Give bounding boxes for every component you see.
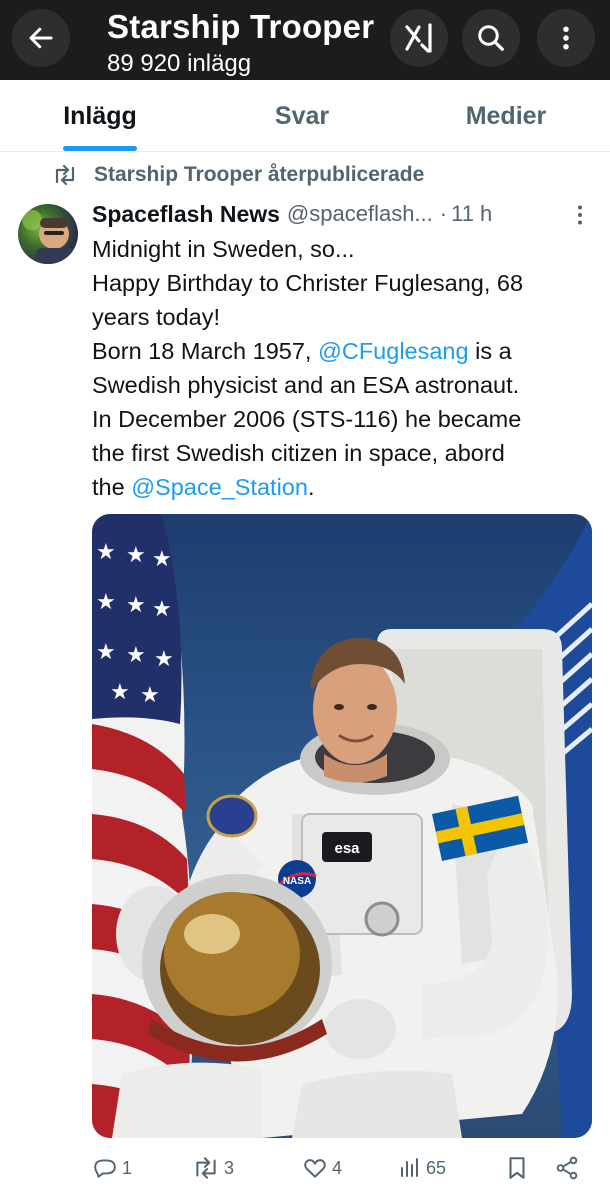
tweet-text-line: In December 2006 (STS-116) he became (92, 406, 522, 432)
repost-context: Starship Trooper återpublicerade (52, 160, 424, 190)
views-button[interactable]: 65 (398, 1150, 446, 1186)
tweet-text-segment: . (307, 474, 315, 500)
bookmark-button[interactable] (504, 1150, 530, 1186)
reply-icon (94, 1159, 116, 1178)
like-button[interactable]: 4 (302, 1150, 342, 1186)
svg-text:★: ★ (126, 643, 146, 668)
author-name[interactable]: Spaceflash News (92, 201, 280, 228)
more-options-button[interactable] (537, 9, 595, 67)
tab-posts[interactable]: Inlägg (40, 80, 160, 152)
tweet-text-line: the first Swedish citizen in space, abor… (92, 440, 505, 466)
share-icon (556, 1156, 578, 1180)
svg-text:★: ★ (152, 597, 172, 622)
repost-button[interactable]: 3 (192, 1150, 234, 1186)
avatar[interactable] (18, 204, 78, 264)
author-handle[interactable]: @spaceflash... (287, 201, 433, 227)
active-tab-indicator (63, 146, 137, 151)
svg-text:★: ★ (152, 547, 172, 572)
arrow-left-icon (29, 27, 53, 49)
profile-tabs: Inlägg Svar Medier (0, 80, 610, 152)
search-icon (478, 25, 504, 51)
share-button[interactable] (554, 1150, 580, 1186)
svg-text:★: ★ (140, 683, 160, 708)
svg-text:★: ★ (96, 590, 116, 615)
views-chart-icon (401, 1158, 418, 1177)
astronaut-illustration: ★ ★ ★ ★ ★ ★ ★ ★ ★ ★ ★ esa NASA (92, 514, 592, 1138)
separator-dot: · (439, 201, 448, 226)
svg-text:★: ★ (96, 640, 116, 665)
reply-button[interactable]: 1 (92, 1150, 132, 1186)
more-vertical-icon (563, 26, 569, 50)
svg-text:★: ★ (126, 543, 146, 568)
views-count: 65 (426, 1157, 447, 1178)
tweet-text-line: the @Space_Station. (92, 470, 597, 504)
tweet-text-line: years today! (92, 304, 221, 330)
repost-icon (196, 1157, 216, 1179)
search-button[interactable] (462, 9, 520, 67)
esa-patch-label: esa (334, 840, 360, 857)
svg-text:★: ★ (126, 593, 146, 618)
tweet-text-segment: is a (468, 338, 512, 364)
grok-icon (405, 23, 432, 53)
tweet-text: Midnight in Sweden, so... Happy Birthday… (92, 232, 597, 504)
tab-replies[interactable]: Svar (240, 80, 364, 152)
tab-media[interactable]: Medier (450, 80, 562, 152)
mention-link[interactable]: @CFuglesang (318, 338, 469, 364)
tweet-timestamp[interactable]: 11 h (451, 201, 492, 227)
tweet-text-segment: the (92, 474, 132, 500)
tweet-more-button[interactable] (565, 200, 595, 230)
svg-text:★: ★ (110, 680, 130, 705)
svg-text:★: ★ (96, 540, 116, 565)
like-count: 4 (332, 1157, 343, 1178)
repost-label[interactable]: Starship Trooper återpublicerade (94, 163, 424, 187)
tweet-text-line: Happy Birthday to Christer Fuglesang, 68 (92, 270, 524, 296)
post-count: 89 920 inlägg (107, 50, 252, 77)
tweet-text-line: Born 18 March 1957, @CFuglesang is a (92, 334, 597, 368)
repost-icon (55, 164, 75, 186)
grok-button[interactable] (390, 9, 448, 67)
repost-count: 3 (224, 1157, 235, 1178)
avatar-image (22, 210, 76, 264)
bookmark-icon (509, 1157, 525, 1179)
tweet-text-line: Swedish physicist and an ESA astronaut. (92, 372, 520, 398)
heart-icon (304, 1159, 326, 1178)
profile-header: Starship Trooper 89 920 inlägg (0, 0, 610, 80)
tweet-actions: 1 3 4 65 (92, 1150, 592, 1186)
nasa-patch-label: NASA (283, 876, 311, 887)
profile-title: Starship Trooper (107, 8, 375, 45)
tweet-text-segment: Born 18 March 1957, (92, 338, 318, 364)
mention-link[interactable]: @Space_Station (131, 474, 308, 500)
svg-text:★: ★ (154, 647, 174, 672)
reply-count: 1 (122, 1157, 133, 1178)
tweet-text-line: Midnight in Sweden, so... (92, 236, 355, 262)
tweet-media-image[interactable]: ★ ★ ★ ★ ★ ★ ★ ★ ★ ★ ★ esa NASA (92, 514, 592, 1138)
back-button[interactable] (12, 9, 70, 67)
tweet-header: Spaceflash News @spaceflash... · 11 h (92, 198, 597, 230)
more-vertical-icon (578, 205, 582, 225)
